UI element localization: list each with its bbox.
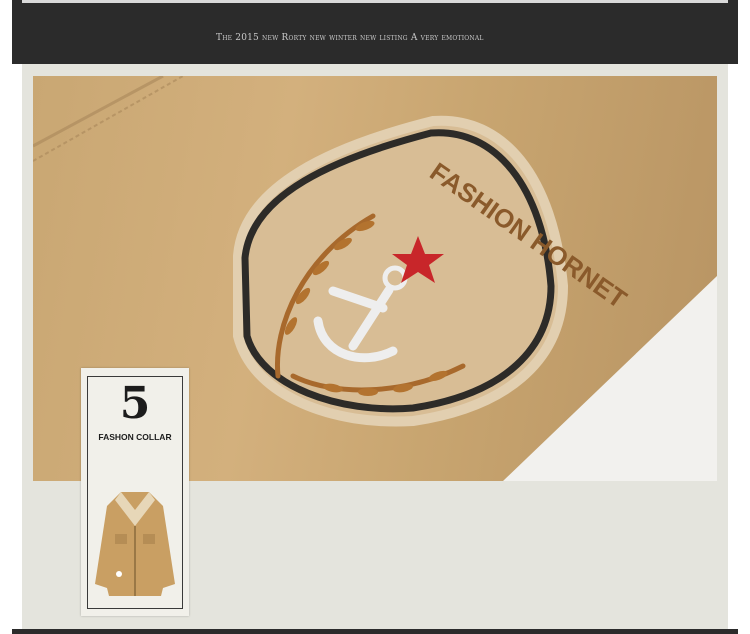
banner-top-rule xyxy=(22,0,728,3)
bottom-bar xyxy=(12,629,738,634)
panel-right-margin xyxy=(728,64,738,632)
feature-number: 5 xyxy=(119,378,151,429)
feature-label: FASHON COLLAR xyxy=(98,432,172,442)
top-banner: The 2015 new Rorty new winter new listin… xyxy=(12,0,738,64)
banner-caption: The 2015 new Rorty new winter new listin… xyxy=(216,33,484,43)
feature-card: 5 FASHON COLLAR xyxy=(81,368,189,616)
jacket-icon xyxy=(95,492,175,596)
panel-left-margin xyxy=(12,64,22,632)
